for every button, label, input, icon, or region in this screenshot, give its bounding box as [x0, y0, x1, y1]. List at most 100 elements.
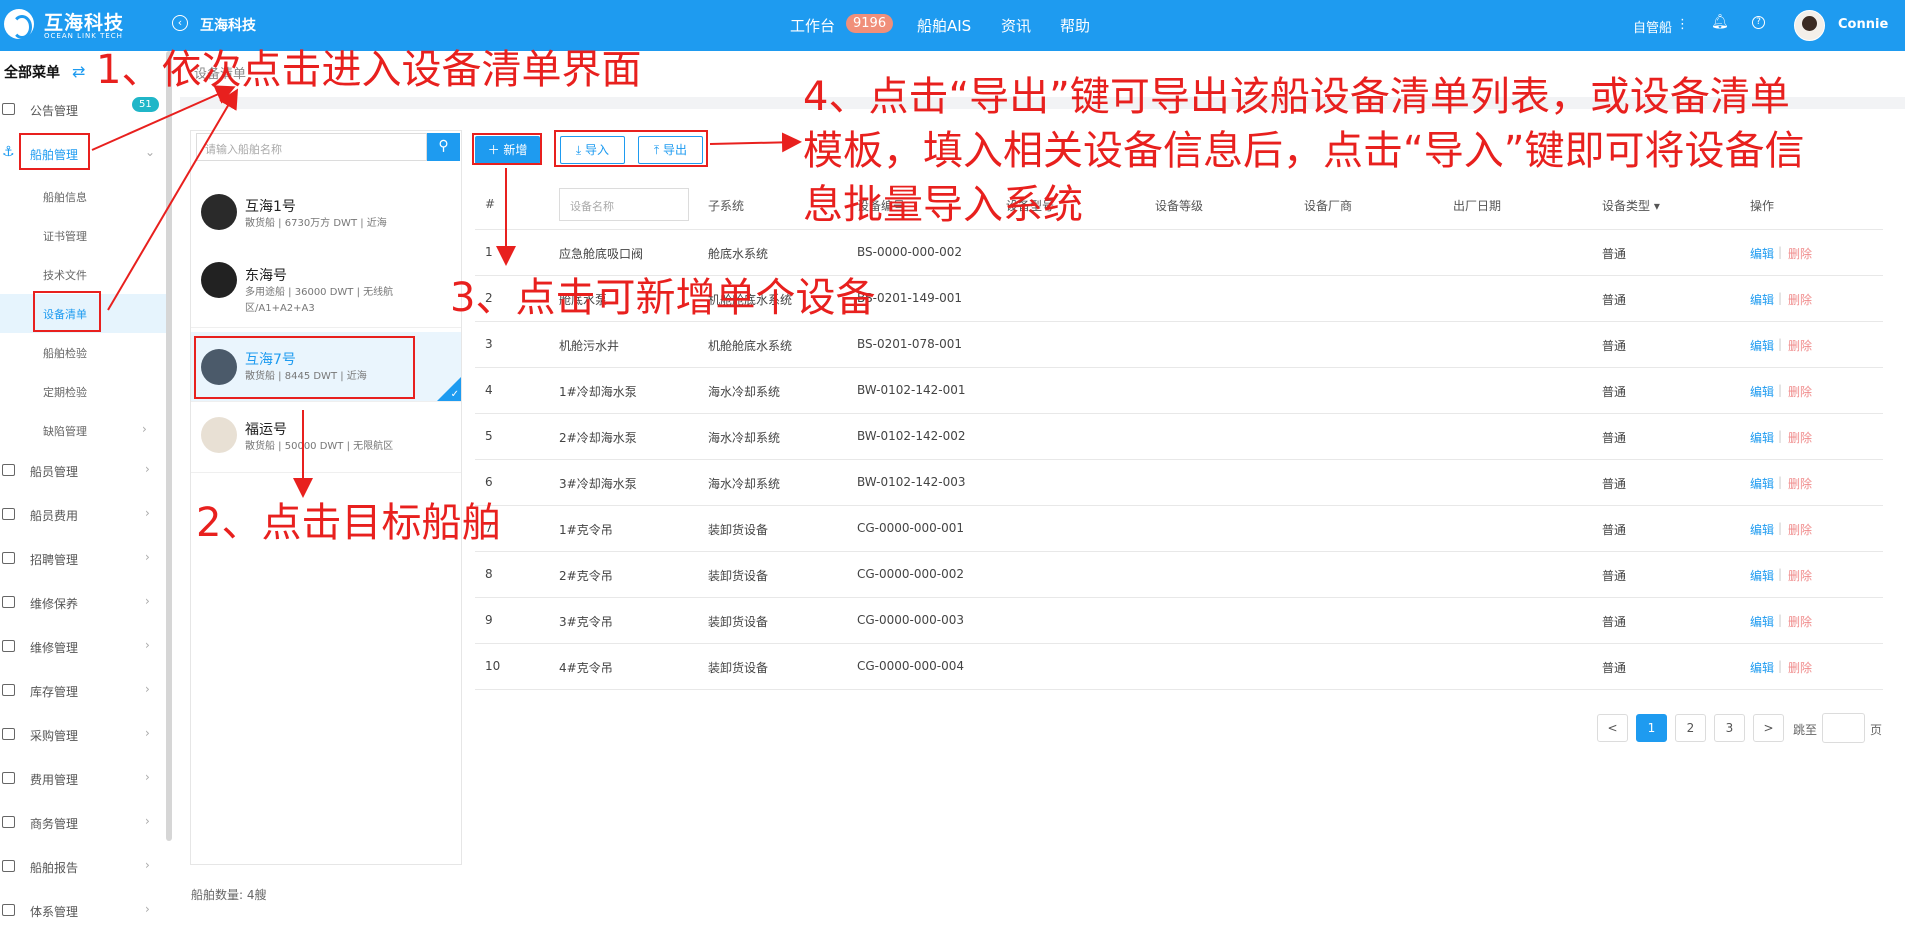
edit-link[interactable]: 编辑	[1750, 567, 1774, 584]
sidebar-subitem-periodic-survey[interactable]: 定期检验	[0, 372, 166, 411]
edit-link[interactable]: 编辑	[1750, 613, 1774, 630]
sidebar-item-repair[interactable]: 维修管理 ›	[0, 628, 166, 664]
equipment-name-filter[interactable]: 设备名称	[559, 188, 689, 221]
sidebar-item-ship-report[interactable]: 船舶报告 ›	[0, 848, 166, 884]
cell-index: 8	[485, 567, 493, 581]
more-icon[interactable]: ⋮	[1676, 17, 1689, 32]
wrench-icon	[2, 640, 15, 652]
sidebar-item-purchase[interactable]: 采购管理 ›	[0, 716, 166, 752]
cell-code: CG-0000-000-004	[857, 659, 965, 673]
top-bar: 互海科技 OCEAN LINK TECH ‹ 互海科技 工作台 9196 船舶A…	[0, 0, 1905, 51]
chevron-right-icon: ›	[145, 550, 150, 564]
chevron-right-icon: ›	[145, 594, 150, 608]
highlight-import-export	[554, 130, 708, 167]
edit-link[interactable]: 编辑	[1750, 659, 1774, 676]
avatar[interactable]	[1794, 10, 1825, 41]
sidebar-item-maintenance[interactable]: 维修保养 ›	[0, 584, 166, 620]
op-separator: |	[1778, 613, 1783, 627]
sidebar-subitem-tech-files[interactable]: 技术文件	[0, 255, 166, 294]
ship-search-input[interactable]: 请输入船舶名称	[196, 133, 427, 161]
cart-icon	[2, 728, 15, 740]
cell-type: 普通	[1602, 339, 1627, 353]
back-icon[interactable]: ‹	[172, 15, 188, 31]
sidebar-item-recruit[interactable]: 招聘管理 ›	[0, 540, 166, 576]
pagination-prev[interactable]: <	[1597, 714, 1628, 742]
delete-link[interactable]: 删除	[1788, 291, 1812, 308]
sidebar-item-label: 招聘管理	[30, 553, 79, 567]
sidebar-item-inventory[interactable]: 库存管理 ›	[0, 672, 166, 708]
col-type[interactable]: 设备类型 ▾	[1602, 197, 1660, 214]
delete-link[interactable]: 删除	[1788, 475, 1812, 492]
cell-type: 普通	[1602, 523, 1627, 537]
edit-link[interactable]: 编辑	[1750, 521, 1774, 538]
delete-link[interactable]: 删除	[1788, 429, 1812, 446]
highlight-equipment-list	[33, 291, 101, 332]
delete-link[interactable]: 删除	[1788, 659, 1812, 676]
sidebar-item-business[interactable]: 商务管理 ›	[0, 804, 166, 840]
search-button[interactable]: ⚲	[427, 133, 460, 161]
edit-link[interactable]: 编辑	[1750, 245, 1774, 262]
ship-name: 福运号	[245, 422, 287, 438]
edit-link[interactable]: 编辑	[1750, 291, 1774, 308]
sidebar-item-crew[interactable]: 船员管理 ›	[0, 452, 166, 488]
sidebar-item-crew-cost[interactable]: 船员费用 ›	[0, 496, 166, 532]
sidebar-item-expense[interactable]: 费用管理 ›	[0, 760, 166, 796]
sidebar-item-label: 船员费用	[30, 509, 79, 523]
sidebar-item-label: 船员管理	[30, 465, 79, 479]
ship-card-4[interactable]: 福运号 散货船 | 50000 DWT | 无限航区	[191, 403, 461, 473]
delete-link[interactable]: 删除	[1788, 613, 1812, 630]
pagination-page-3[interactable]: 3	[1714, 714, 1745, 742]
sidebar-subitem-defects[interactable]: 缺陷管理 ›	[0, 411, 166, 450]
bell-icon[interactable]: 🔔︎	[1711, 14, 1729, 30]
chevron-right-icon: ›	[145, 902, 150, 916]
delete-link[interactable]: 删除	[1788, 245, 1812, 262]
sidebar-subitem-ship-info[interactable]: 船舶信息	[0, 177, 166, 216]
edit-link[interactable]: 编辑	[1750, 383, 1774, 400]
sidebar-item-label: 公告管理	[30, 104, 79, 118]
table-row: 5 2#冷却海水泵 海水冷却系统 BW-0102-142-002 普通 编辑 | 删除	[475, 414, 1883, 460]
delete-link[interactable]: 删除	[1788, 521, 1812, 538]
edit-link[interactable]: 编辑	[1750, 475, 1774, 492]
pagination-page-1[interactable]: 1	[1636, 714, 1667, 742]
nav-workbench[interactable]: 工作台	[790, 15, 835, 36]
ship-card-2[interactable]: 东海号 多用途船 | 36000 DWT | 无线航区/A1+A2+A3	[191, 248, 461, 328]
username[interactable]: Connie	[1838, 17, 1888, 32]
op-separator: |	[1778, 659, 1783, 673]
edit-link[interactable]: 编辑	[1750, 337, 1774, 354]
help-icon[interactable]: ?	[1752, 16, 1765, 29]
sidebar-scrollbar[interactable]	[166, 51, 172, 841]
cell-type: 普通	[1602, 431, 1627, 445]
table-row: 6 3#冷却海水泵 海水冷却系统 BW-0102-142-003 普通 编辑 | 删除	[475, 460, 1883, 506]
sidebar-item-label: 船舶报告	[30, 861, 79, 875]
pagination-next[interactable]: >	[1753, 714, 1784, 742]
nav-news[interactable]: 资讯	[1001, 15, 1031, 36]
cell-name: 2#冷却海水泵	[559, 431, 637, 445]
nav-help[interactable]: 帮助	[1060, 15, 1090, 36]
document-icon	[2, 904, 15, 916]
cell-name: 机舱污水井	[559, 339, 620, 353]
chevron-right-icon: ›	[145, 682, 150, 696]
annotation-step4-line3: 息批量导入系统	[803, 182, 1083, 228]
delete-link[interactable]: 删除	[1788, 337, 1812, 354]
logo-icon	[4, 9, 34, 39]
sidebar-subitem-ship-survey[interactable]: 船舶检验	[0, 333, 166, 372]
cell-code: BW-0102-142-003	[857, 475, 966, 489]
jump-page-input[interactable]	[1822, 713, 1865, 743]
annotation-step4-line1: 4、点击“导出”键可导出该船设备清单列表，或设备清单	[803, 74, 1790, 120]
col-ops: 操作	[1750, 199, 1775, 213]
sidebar-subitem-certificates[interactable]: 证书管理	[0, 216, 166, 255]
workbench-badge: 9196	[846, 14, 894, 33]
sidebar-item-system[interactable]: 体系管理 ›	[0, 892, 166, 928]
ship-meta: 散货船 | 6730万方 DWT | 近海	[245, 218, 387, 229]
table-row: 7 1#克令吊 装卸货设备 CG-0000-000-001 普通 编辑 | 删除	[475, 506, 1883, 552]
delete-link[interactable]: 删除	[1788, 567, 1812, 584]
ship-mode-switch[interactable]: 自管船	[1633, 17, 1672, 36]
edit-link[interactable]: 编辑	[1750, 429, 1774, 446]
check-icon: ✓	[450, 389, 459, 400]
sidebar-item-label: 库存管理	[30, 685, 79, 699]
sidebar-item-notice[interactable]: 公告管理	[0, 91, 166, 127]
pagination-page-2[interactable]: 2	[1675, 714, 1706, 742]
nav-ship-ais[interactable]: 船舶AIS	[917, 15, 971, 36]
menu-toggle-icon[interactable]: ⇄	[72, 62, 85, 81]
delete-link[interactable]: 删除	[1788, 383, 1812, 400]
